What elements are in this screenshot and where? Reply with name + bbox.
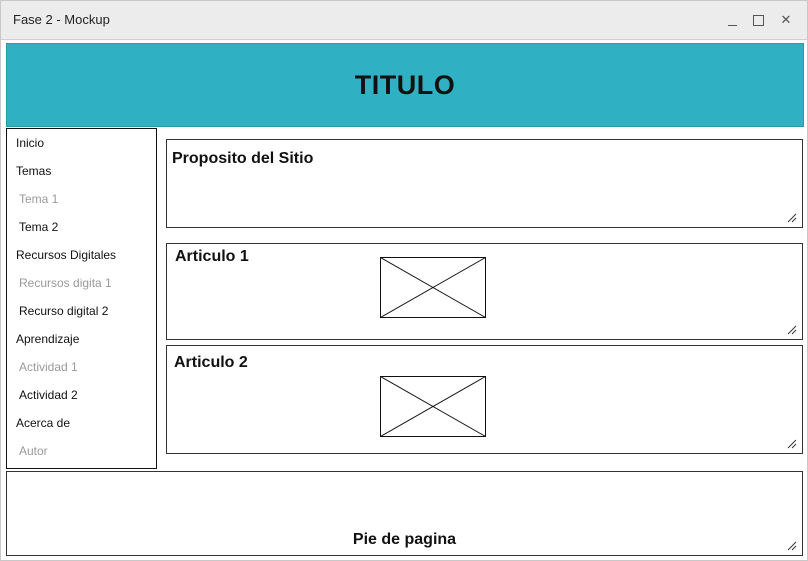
app-window: Fase 2 - Mockup ✕ TITULO Inicio Temas Te…: [0, 0, 808, 561]
footer-title: Pie de pagina: [352, 531, 457, 548]
article-2-panel[interactable]: Articulo 2: [166, 345, 803, 454]
close-icon: ✕: [780, 12, 792, 27]
sidebar-item-inicio[interactable]: Inicio: [16, 136, 44, 150]
sidebar-item-autor[interactable]: Autor: [19, 444, 48, 458]
sidebar-item-actividad-1[interactable]: Actividad 1: [19, 360, 78, 374]
title-bar[interactable]: Fase 2 - Mockup ✕: [1, 1, 807, 40]
sidebar-item-tema-1[interactable]: Tema 1: [19, 192, 58, 206]
page-title: TITULO: [354, 69, 456, 100]
article-2-title: Articulo 2: [174, 354, 248, 371]
purpose-panel[interactable]: Proposito del Sitio: [166, 139, 803, 228]
sidebar-item-acerca-de[interactable]: Acerca de: [16, 416, 70, 430]
maximize-icon: [752, 14, 764, 26]
sidebar-nav: Inicio Temas Tema 1 Tema 2 Recursos Digi…: [6, 128, 157, 469]
close-button[interactable]: ✕: [775, 9, 797, 31]
minimize-icon: [727, 24, 737, 26]
sidebar-item-recursos-digitales[interactable]: Recursos Digitales: [16, 248, 116, 262]
resize-grip-icon[interactable]: [787, 325, 797, 335]
sidebar-item-recurso-digital-2[interactable]: Recurso digital 2: [19, 304, 108, 318]
resize-grip-icon[interactable]: [787, 439, 797, 449]
sidebar-item-tema-2[interactable]: Tema 2: [19, 220, 58, 234]
image-placeholder-icon: [380, 257, 486, 318]
sidebar-item-aprendizaje[interactable]: Aprendizaje: [16, 332, 79, 346]
page-footer[interactable]: Pie de pagina: [6, 471, 803, 556]
resize-grip-icon[interactable]: [787, 213, 797, 223]
sidebar-item-recursos-digita-1[interactable]: Recursos digita 1: [19, 276, 112, 290]
page-header: TITULO: [6, 43, 804, 127]
sidebar-item-temas[interactable]: Temas: [16, 164, 51, 178]
article-1-panel[interactable]: Articulo 1: [166, 243, 803, 340]
image-placeholder-icon: [380, 376, 486, 437]
minimize-button[interactable]: [721, 9, 743, 31]
window-title: Fase 2 - Mockup: [13, 12, 110, 27]
sidebar-item-actividad-2[interactable]: Actividad 2: [19, 388, 78, 402]
resize-grip-icon[interactable]: [787, 541, 797, 551]
purpose-title: Proposito del Sitio: [172, 150, 314, 167]
article-1-title: Articulo 1: [175, 248, 249, 265]
maximize-button[interactable]: [747, 9, 769, 31]
